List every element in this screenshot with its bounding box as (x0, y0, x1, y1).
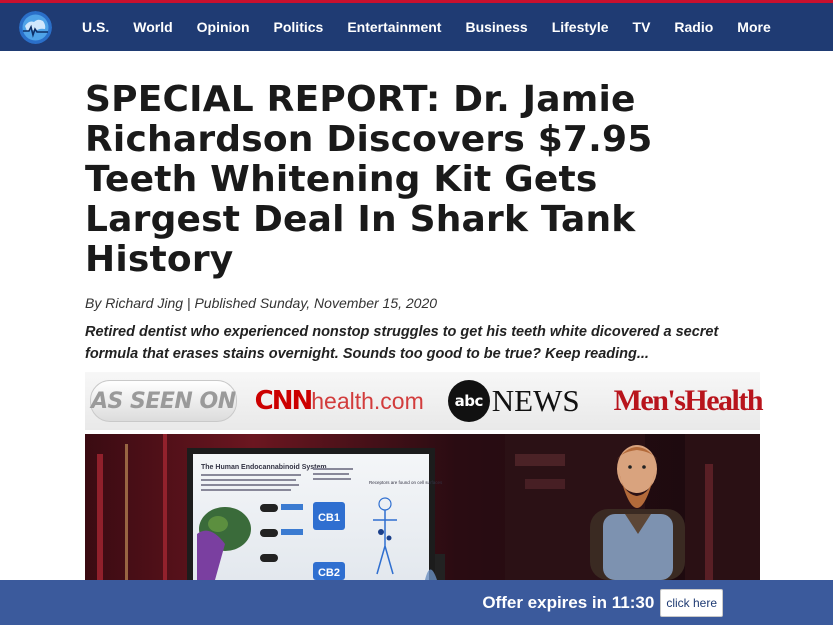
nav-item-business[interactable]: Business (453, 3, 539, 51)
offer-footer-bar: Offer expires in 11:30 click here (0, 580, 833, 625)
nav-item-opinion[interactable]: Opinion (185, 3, 262, 51)
screen-cb2-label: CB2 (318, 567, 340, 579)
abc-logo-circle: abc (447, 380, 490, 422)
nav-item-radio[interactable]: Radio (662, 3, 725, 51)
article-headline: SPECIAL REPORT: Dr. Jamie Richardson Dis… (85, 79, 653, 280)
nav-item-lifestyle[interactable]: Lifestyle (540, 3, 621, 51)
nav-item-tv[interactable]: TV (621, 3, 663, 51)
as-seen-on-badge: AS SEEN ON (90, 380, 237, 422)
abc-news-logo: abc NEWS (447, 380, 580, 422)
main-menu: U.S. World Opinion Politics Entertainmen… (70, 3, 783, 51)
nav-item-more[interactable]: More (725, 3, 782, 51)
article-header: SPECIAL REPORT: Dr. Jamie Richardson Dis… (85, 51, 765, 365)
article-subheadline: Retired dentist who experienced nonstop … (85, 324, 719, 362)
screen-cb1-label: CB1 (318, 512, 340, 524)
nav-item-entertainment[interactable]: Entertainment (335, 3, 453, 51)
mens-health-logo: Men'sHealth (613, 384, 764, 417)
screen-title: The Human Endocannabinoid System (201, 464, 327, 471)
offer-countdown-text: Offer expires in 11:30 (482, 592, 655, 612)
nav-item-us[interactable]: U.S. (70, 3, 121, 51)
cnn-health-text: health.com (311, 388, 424, 414)
globe-logo-icon[interactable] (19, 10, 52, 44)
click-here-button[interactable]: click here (660, 588, 723, 617)
cnn-health-logo: CNN health.com (255, 386, 424, 416)
nav-item-politics[interactable]: Politics (262, 3, 336, 51)
nav-item-world[interactable]: World (121, 3, 184, 51)
article-byline: By Richard Jing | Published Sunday, Nove… (85, 295, 438, 311)
cnn-logo-mark: CNN (254, 386, 314, 416)
hero-image: The Human Endocannabinoid System CB1 CB2… (85, 434, 760, 580)
screen-receptors-label: Receptors are found on cell surfaces (369, 480, 443, 485)
top-navigation-bar: U.S. World Opinion Politics Entertainmen… (0, 3, 833, 51)
as-seen-on-banner: AS SEEN ON CNN health.com abc NEWS Men's… (85, 372, 764, 430)
abc-news-text: NEWS (491, 383, 580, 418)
